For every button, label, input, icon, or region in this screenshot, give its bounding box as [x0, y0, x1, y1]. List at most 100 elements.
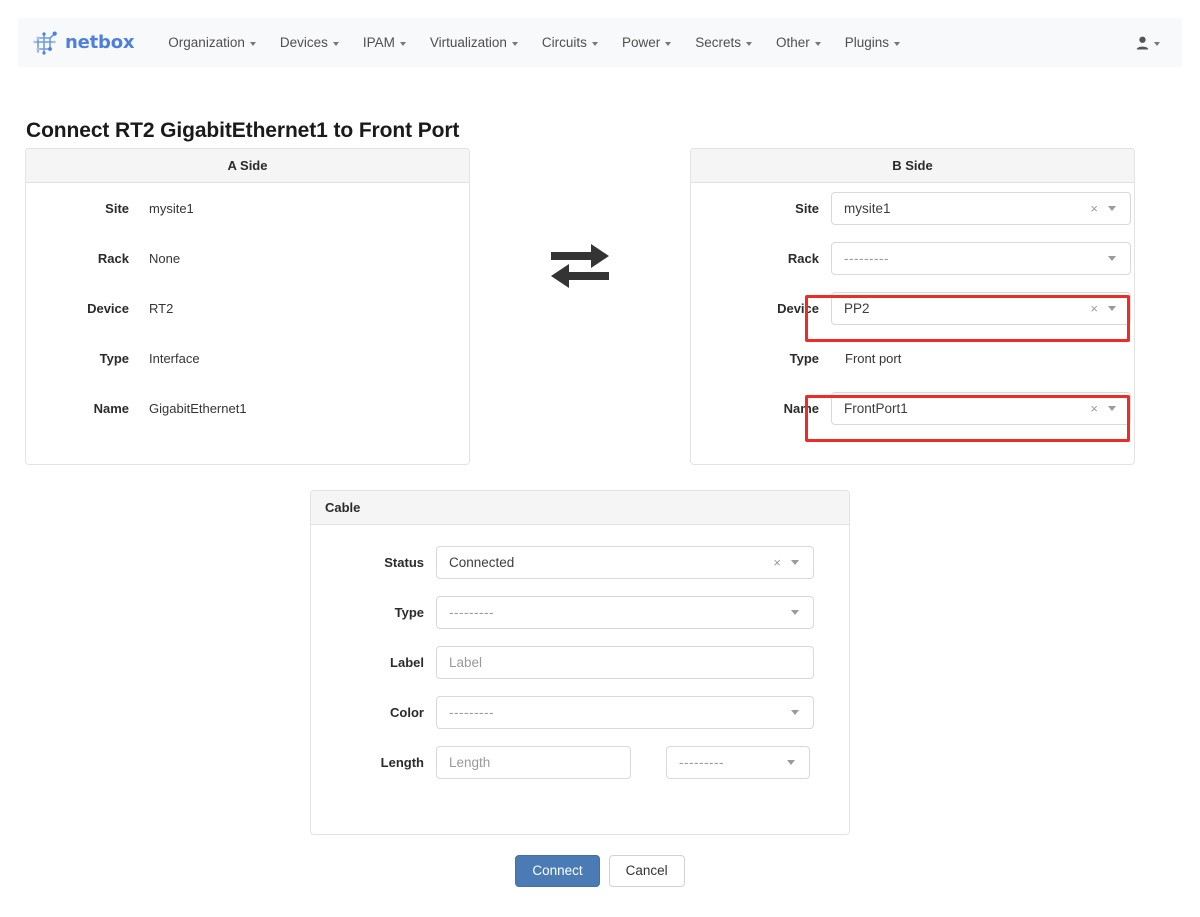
chevron-down-icon — [1108, 205, 1116, 211]
nav-item-organization[interactable]: Organization — [156, 29, 268, 56]
cable-color-label: Color — [390, 704, 424, 720]
nav-item-label: Organization — [168, 35, 245, 50]
cable-status-value: Connected — [449, 554, 515, 570]
cable-row-label: Label — [311, 637, 849, 687]
cable-row-length: Length --------- — [311, 737, 849, 787]
b-side-row-site: Site mysite1 × — [691, 183, 1134, 233]
nav-item-label: Circuits — [541, 35, 587, 50]
b-side-name-value: FrontPort1 — [844, 400, 908, 416]
cable-row-color: Color --------- — [311, 687, 849, 737]
chevron-down-icon — [591, 41, 598, 46]
a-side-row-type: Type Interface — [26, 333, 469, 383]
a-side-site-label: Site — [105, 200, 129, 216]
nav-item-plugins[interactable]: Plugins — [833, 29, 912, 56]
cable-color-select[interactable]: --------- — [436, 695, 814, 729]
b-side-device-select[interactable]: PP2 × — [831, 291, 1131, 325]
nav-item-other[interactable]: Other — [764, 29, 833, 56]
clear-x-icon[interactable]: × — [1086, 302, 1102, 315]
chevron-down-icon — [399, 41, 406, 46]
nav-item-power[interactable]: Power — [610, 29, 683, 56]
b-side-device-label: Device — [777, 300, 819, 316]
clear-x-icon[interactable]: × — [1086, 202, 1102, 215]
chevron-down-icon — [665, 41, 672, 46]
nav-item-circuits[interactable]: Circuits — [530, 29, 610, 56]
netbox-logo-icon — [32, 30, 58, 56]
nav-item-secrets[interactable]: Secrets — [683, 29, 764, 56]
b-side-body: Site mysite1 × Rack --------- Device PP2… — [691, 183, 1134, 433]
clear-x-icon[interactable]: × — [769, 556, 785, 569]
nav-item-label: Secrets — [695, 35, 741, 50]
a-side-row-rack: Rack None — [26, 233, 469, 283]
cable-length-input[interactable] — [436, 745, 631, 779]
b-side-site-label: Site — [795, 200, 819, 216]
b-side-device-value: PP2 — [844, 300, 870, 316]
a-side-rack-value: None — [149, 250, 181, 266]
nav-item-ipam[interactable]: IPAM — [351, 29, 418, 56]
nav-item-virtualization[interactable]: Virtualization — [418, 29, 530, 56]
chevron-down-icon — [249, 41, 256, 46]
user-icon — [1136, 36, 1149, 50]
cable-body: Status Connected × Type --------- Label … — [311, 537, 849, 787]
a-side-device-value: RT2 — [149, 300, 174, 316]
cable-status-select[interactable]: Connected × — [436, 545, 814, 579]
cable-row-status: Status Connected × — [311, 537, 849, 587]
b-side-panel: B Side Site mysite1 × Rack --------- Dev… — [690, 148, 1135, 465]
b-side-type-label: Type — [789, 350, 819, 366]
nav-item-label: Plugins — [844, 35, 890, 50]
form-actions: Connect Cancel — [0, 855, 1200, 888]
cable-color-value: --------- — [449, 704, 494, 720]
a-side-panel: A Side Site mysite1 Rack None Device RT2… — [25, 148, 470, 465]
chevron-down-icon — [1108, 305, 1116, 311]
b-side-site-value: mysite1 — [844, 200, 891, 216]
b-side-row-rack: Rack --------- — [691, 233, 1134, 283]
b-side-rack-select[interactable]: --------- — [831, 241, 1131, 275]
cable-label-input[interactable] — [436, 645, 814, 679]
nav-item-label: Virtualization — [429, 35, 507, 50]
nav-item-label: Power — [621, 35, 661, 50]
b-side-type-value: Front port — [845, 350, 902, 366]
connect-button[interactable]: Connect — [515, 855, 600, 888]
netbox-brand-link[interactable]: netbox — [32, 30, 134, 56]
cancel-button[interactable]: Cancel — [608, 855, 685, 888]
chevron-down-icon — [511, 41, 518, 46]
cable-type-label: Type — [394, 604, 424, 620]
a-side-rack-label: Rack — [97, 250, 129, 266]
b-side-rack-value: --------- — [844, 250, 889, 266]
b-side-rack-label: Rack — [787, 250, 819, 266]
a-side-heading: A Side — [26, 149, 469, 183]
a-side-type-label: Type — [99, 350, 129, 366]
chevron-down-icon — [791, 559, 799, 565]
user-menu[interactable] — [1136, 36, 1168, 50]
chevron-down-icon — [1108, 255, 1116, 261]
chevron-down-icon — [787, 759, 795, 765]
chevron-down-icon — [1154, 41, 1160, 46]
cable-type-select[interactable]: --------- — [436, 595, 814, 629]
a-side-row-device: Device RT2 — [26, 283, 469, 333]
cable-status-label: Status — [384, 554, 424, 570]
nav-item-label: Other — [775, 35, 810, 50]
cable-panel: Cable Status Connected × Type --------- … — [310, 490, 850, 835]
nav-item-devices[interactable]: Devices — [268, 29, 351, 56]
nav-item-label: Devices — [279, 35, 328, 50]
b-side-site-select[interactable]: mysite1 × — [831, 191, 1131, 225]
a-side-row-name: Name GigabitEthernet1 — [26, 383, 469, 433]
chevron-down-icon — [791, 709, 799, 715]
cable-heading: Cable — [311, 491, 849, 525]
chevron-down-icon — [791, 609, 799, 615]
navbar-menu: Organization Devices IPAM Virtualization… — [156, 29, 1136, 56]
swap-horizontal-arrows-icon[interactable] — [549, 240, 611, 292]
b-side-heading: B Side — [691, 149, 1134, 183]
cable-length-label: Length — [380, 754, 424, 770]
nav-item-label: IPAM — [362, 35, 395, 50]
a-side-row-site: Site mysite1 — [26, 183, 469, 233]
b-side-row-name: Name FrontPort1 × — [691, 383, 1134, 433]
chevron-down-icon — [1108, 405, 1116, 411]
cable-length-unit-select[interactable]: --------- — [666, 745, 810, 779]
a-side-body: Site mysite1 Rack None Device RT2 Type I… — [26, 183, 469, 433]
b-side-name-select[interactable]: FrontPort1 × — [831, 391, 1131, 425]
b-side-row-device: Device PP2 × — [691, 283, 1134, 333]
a-side-site-value: mysite1 — [149, 200, 194, 216]
clear-x-icon[interactable]: × — [1086, 402, 1102, 415]
a-side-type-value: Interface — [149, 350, 200, 366]
chevron-down-icon — [814, 41, 821, 46]
